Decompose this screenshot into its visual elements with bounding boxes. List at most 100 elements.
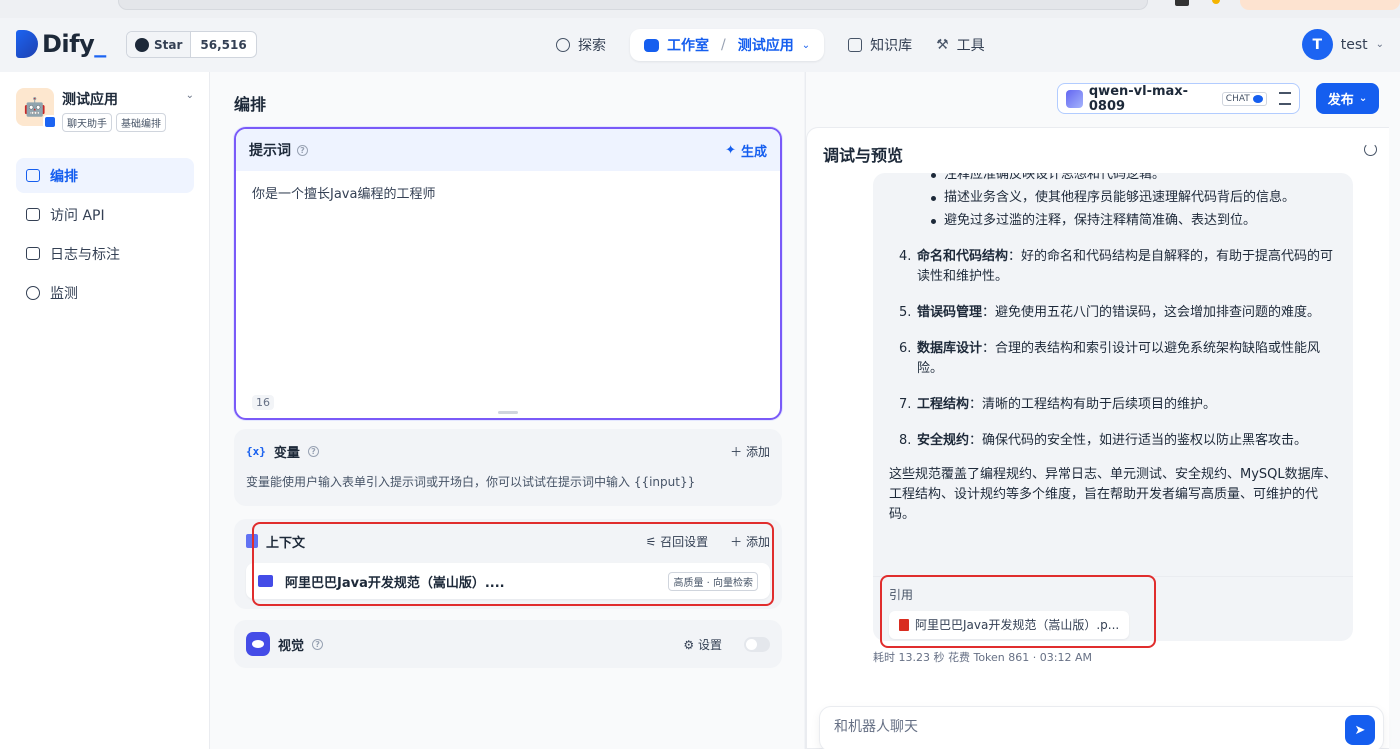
dify-logo[interactable]: Dify_	[16, 30, 106, 58]
list-item: 5. 错误码管理：避免使用五花八门的错误码，这会增加排查问题的难度。	[899, 305, 1321, 320]
variables-description: 变量能使用户输入表单引入提示词或开场白，你可以试试在提示词中输入 {{input…	[246, 475, 696, 489]
sidebar-item-api[interactable]: 访问 API	[16, 197, 194, 232]
github-star-button[interactable]: Star 56,516	[126, 31, 257, 58]
citation-label: 引用	[889, 588, 914, 602]
variable-icon: {x}	[246, 444, 266, 458]
monitor-icon	[26, 285, 40, 300]
app-sidebar: 🤖 测试应用 聊天助手 基础编排 ⌄ 编排 访问 API 日志与标注 监测	[0, 72, 210, 749]
folder-icon	[258, 575, 273, 587]
context-label: 上下文	[266, 535, 306, 551]
qwen-model-icon	[1066, 89, 1083, 108]
chat-input[interactable]	[834, 719, 1314, 735]
refresh-icon[interactable]	[1364, 143, 1377, 156]
add-context-button[interactable]: ＋ 添加	[730, 533, 770, 550]
browser-chrome	[0, 0, 1400, 18]
resize-handle[interactable]	[498, 411, 518, 414]
user-menu[interactable]: T test ⌄	[1301, 29, 1384, 60]
publish-button[interactable]: 发布 ⌄	[1316, 83, 1379, 114]
pdf-file-icon	[899, 619, 909, 631]
github-star-label: Star	[154, 37, 183, 52]
chat-input-box: ➤	[819, 706, 1384, 749]
model-name: qwen-vl-max-0809	[1088, 83, 1189, 114]
send-button[interactable]: ➤	[1345, 715, 1375, 745]
browser-address-bar[interactable]	[118, 0, 1148, 10]
nav-explore[interactable]: 探索	[544, 29, 618, 61]
chevron-down-icon: ⌄	[1358, 93, 1368, 104]
help-icon[interactable]: ?	[297, 144, 308, 156]
browser-profile-pill[interactable]	[1240, 0, 1400, 10]
page-title: 编排	[234, 95, 267, 114]
add-variable-button[interactable]: ＋ 添加	[730, 443, 770, 460]
citation-section: 引用 阿里巴巴Java开发规范（嵩山版）.p...	[873, 576, 1353, 641]
prompt-textarea[interactable]: 你是一个擅长Java编程的工程师	[236, 171, 780, 214]
list-item: 7. 工程结构：清晰的工程结构有助于后续项目的维护。	[899, 397, 1217, 412]
sidebar-item-label: 访问 API	[50, 207, 105, 224]
current-app-selector[interactable]: 测试应用	[738, 35, 794, 55]
prompt-editor: 提示词 ? ✦ 生成 你是一个擅长Java编程的工程师 16	[234, 127, 782, 420]
hammer-icon: ⚒	[936, 37, 949, 53]
vision-label: 视觉	[278, 638, 305, 654]
list-item: 6. 数据库设计：合理的表结构和索引设计可以避免系统架构缺陷或性能风险。	[899, 341, 1321, 376]
message-meta: 耗时 13.23 秒 花费 Token 861 · 03:12 AM	[873, 651, 1092, 664]
nav-knowledge-label: 知识库	[870, 38, 913, 54]
sidebar-menu: 编排 访问 API 日志与标注 监测	[16, 158, 194, 314]
citation-file-name: 阿里巴巴Java开发规范（嵩山版）.p...	[915, 618, 1120, 632]
model-selector[interactable]: qwen-vl-max-0809 CHAT	[1057, 83, 1300, 114]
app-icon: 🤖	[16, 88, 57, 129]
browser-extension-icon[interactable]	[1175, 0, 1189, 6]
context-section: 上下文 ⚟ 召回设置 ＋ 添加 阿里巴巴Java开发规范（嵩山版）.... 高质…	[234, 519, 782, 609]
sidebar-item-monitor[interactable]: 监测	[16, 275, 194, 310]
vision-eye-icon	[1252, 94, 1263, 103]
debug-title: 调试与预览	[823, 146, 904, 165]
help-icon[interactable]: ?	[312, 638, 324, 650]
recall-settings-button[interactable]: ⚟ 召回设置	[646, 533, 709, 550]
chevron-down-icon: ⌄	[1375, 39, 1384, 50]
assistant-message: 注释应准确反映设计思想和代码逻辑。 描述业务含义，使其他程序员能够迅速理解代码背…	[873, 173, 1353, 641]
nav-studio-label: 工作室	[667, 38, 709, 54]
dataset-index-badge: 高质量 · 向量检索	[668, 571, 758, 591]
chevron-down-icon[interactable]: ⌄	[186, 90, 194, 101]
vision-settings-button[interactable]: ⚙ 设置	[683, 636, 722, 653]
list-item: 8. 安全规约：确保代码的安全性，如进行适当的鉴权以防止黑客攻击。	[899, 433, 1308, 448]
sidebar-item-orchestrate[interactable]: 编排	[16, 158, 194, 193]
book-icon	[848, 38, 863, 52]
nav-tools[interactable]: ⚒ 工具	[924, 29, 997, 61]
browser-extension-icon[interactable]	[1212, 0, 1220, 4]
nav-tools-label: 工具	[956, 38, 985, 54]
chevron-down-icon: ⌄	[801, 39, 811, 51]
list-item: 注释应准确反映设计思想和代码逻辑。	[889, 173, 1337, 185]
generate-label: 生成	[740, 144, 767, 160]
variables-label: 变量	[273, 445, 300, 461]
nav-studio[interactable]: 工作室 / 测试应用 ⌄	[630, 29, 825, 61]
user-name: test	[1340, 36, 1368, 53]
nav-knowledge[interactable]: 知识库	[836, 29, 924, 61]
github-icon	[135, 37, 149, 52]
robot-emoji-icon: 🤖	[23, 96, 47, 118]
dify-logo-mark-icon	[16, 30, 38, 58]
list-item: 避免过多过滥的注释，保持注释精简准确、表达到位。	[889, 211, 1337, 231]
chat-badge-icon	[43, 115, 57, 129]
app-name: 测试应用	[62, 92, 118, 108]
model-mode-badge: CHAT	[1221, 91, 1267, 106]
nav-separator: /	[721, 37, 726, 53]
dataset-item[interactable]: 阿里巴巴Java开发规范（嵩山版）.... 高质量 · 向量检索	[246, 563, 770, 599]
sidebar-item-label: 日志与标注	[50, 246, 120, 263]
compass-icon	[556, 38, 570, 52]
app-info-card[interactable]: 🤖 测试应用 聊天助手 基础编排 ⌄	[16, 88, 196, 132]
avatar: T	[1301, 29, 1333, 60]
main-nav: 探索 工作室 / 测试应用 ⌄ 知识库 ⚒ 工具	[544, 29, 997, 61]
sliders-icon[interactable]	[1278, 92, 1291, 105]
terminal-icon	[26, 208, 40, 221]
prompt-label: 提示词	[249, 143, 291, 159]
sidebar-item-logs[interactable]: 日志与标注	[16, 236, 194, 271]
vision-section: 视觉 ? ⚙ 设置	[234, 620, 782, 668]
generate-button[interactable]: ✦ 生成	[725, 141, 767, 160]
vision-toggle[interactable]	[744, 636, 770, 652]
nav-explore-label: 探索	[578, 38, 606, 54]
citation-item[interactable]: 阿里巴巴Java开发规范（嵩山版）.p...	[889, 611, 1130, 639]
prompt-char-count: 16	[252, 395, 274, 410]
list-item: 描述业务含义，使其他程序员能够迅速理解代码背后的信息。	[889, 188, 1337, 208]
layout-icon	[26, 169, 40, 182]
help-icon[interactable]: ?	[307, 445, 319, 457]
context-doc-icon	[246, 534, 258, 548]
